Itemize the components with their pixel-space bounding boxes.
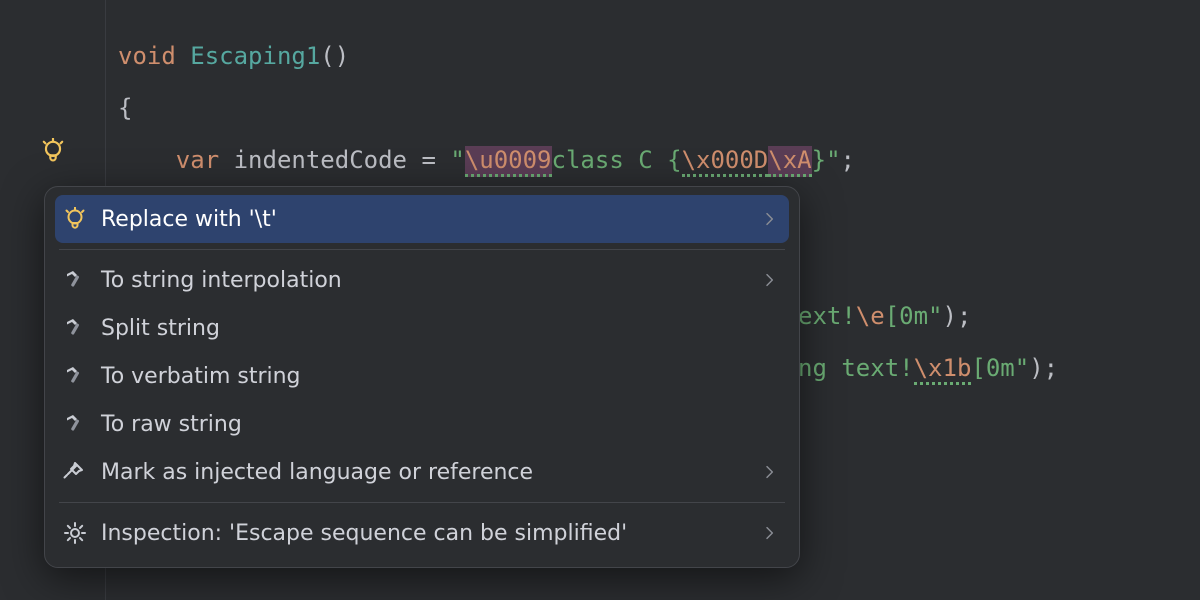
action-label: To raw string bbox=[101, 412, 779, 437]
equals: = bbox=[407, 146, 450, 174]
frag1-esc: \e bbox=[856, 302, 885, 330]
string-text: class C { bbox=[552, 146, 682, 174]
hammer-icon bbox=[61, 410, 89, 438]
intention-actions-popup[interactable]: Replace with '\t' To string interpolatio… bbox=[44, 186, 800, 568]
action-split-string[interactable]: Split string bbox=[55, 304, 789, 352]
intention-bulb-gutter[interactable] bbox=[38, 136, 68, 166]
action-label: Replace with '\t' bbox=[101, 207, 751, 232]
escape-xa: \xA bbox=[768, 146, 811, 177]
string-close-quote: " bbox=[826, 146, 840, 174]
keyword-var: var bbox=[176, 146, 219, 174]
chevron-right-icon bbox=[763, 521, 779, 545]
hammer-icon bbox=[61, 314, 89, 342]
code-editor[interactable]: void Escaping1() { var indentedCode = "\… bbox=[118, 30, 855, 186]
hammer-icon bbox=[61, 362, 89, 390]
action-to-string-interpolation[interactable]: To string interpolation bbox=[55, 256, 789, 304]
code-fragment-1: ext!\e[0m"); bbox=[798, 290, 971, 342]
hammer-icon bbox=[61, 266, 89, 294]
action-mark-injected-language[interactable]: Mark as injected language or reference bbox=[55, 448, 789, 496]
gear-icon bbox=[61, 519, 89, 547]
chevron-right-icon bbox=[763, 268, 779, 292]
chevron-right-icon bbox=[763, 207, 779, 231]
method-name: Escaping1 bbox=[190, 42, 320, 70]
pin-icon bbox=[61, 458, 89, 486]
frag2-close: ); bbox=[1029, 354, 1058, 382]
string-close-brace: } bbox=[812, 146, 826, 174]
open-brace: { bbox=[118, 94, 132, 122]
frag2-esc: \x1b bbox=[914, 354, 972, 385]
separator bbox=[59, 249, 785, 250]
code-fragment-2: ng text!\x1b[0m"); bbox=[798, 342, 1058, 394]
chevron-right-icon bbox=[763, 460, 779, 484]
parens: () bbox=[320, 42, 349, 70]
string-open-quote: " bbox=[450, 146, 464, 174]
frag2-tail: [0m" bbox=[971, 354, 1029, 382]
semicolon: ; bbox=[841, 146, 855, 174]
action-label: Inspection: 'Escape sequence can be simp… bbox=[101, 521, 751, 546]
bulb-icon bbox=[61, 205, 89, 233]
action-label: Mark as injected language or reference bbox=[101, 460, 751, 485]
escape-u0009: \u0009 bbox=[465, 146, 552, 177]
action-inspection-settings[interactable]: Inspection: 'Escape sequence can be simp… bbox=[55, 509, 789, 557]
keyword-void: void bbox=[118, 42, 176, 70]
action-label: To verbatim string bbox=[101, 364, 779, 389]
action-to-raw-string[interactable]: To raw string bbox=[55, 400, 789, 448]
separator bbox=[59, 502, 785, 503]
frag1-tail: [0m" bbox=[885, 302, 943, 330]
escape-x000d: \x000D bbox=[682, 146, 769, 177]
action-replace-with-tab[interactable]: Replace with '\t' bbox=[55, 195, 789, 243]
frag1-text: ext! bbox=[798, 302, 856, 330]
identifier: indentedCode bbox=[234, 146, 407, 174]
action-label: Split string bbox=[101, 316, 779, 341]
frag1-close: ); bbox=[943, 302, 972, 330]
action-label: To string interpolation bbox=[101, 268, 751, 293]
action-to-verbatim-string[interactable]: To verbatim string bbox=[55, 352, 789, 400]
frag2-text: ng text! bbox=[798, 354, 914, 382]
